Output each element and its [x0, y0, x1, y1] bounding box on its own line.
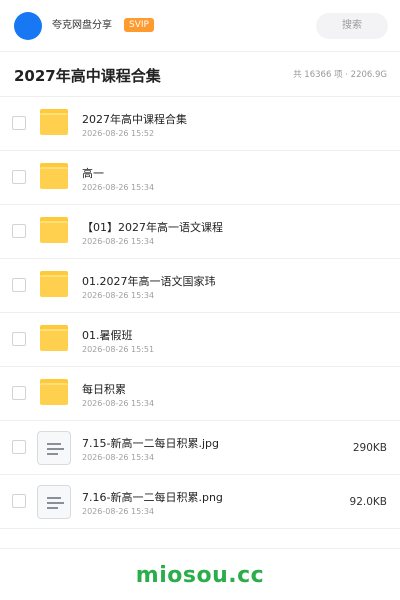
item-name[interactable]: 高一 [82, 166, 104, 181]
item-name[interactable]: 【01】2027年高一语文课程 [82, 220, 223, 235]
list-item[interactable]: 【01】2027年高一语文课程 2026-08-26 15:34 [0, 205, 400, 259]
select-checkbox[interactable] [12, 494, 26, 508]
list-footer [0, 529, 400, 549]
item-name[interactable]: 每日积累 [82, 382, 126, 397]
list-item[interactable]: 01.2027年高一语文国家玮 2026-08-26 15:34 [0, 259, 400, 313]
folder-header: 2027年高中课程合集 共 16366 项 · 2206.9G [0, 53, 400, 97]
search-button[interactable]: 搜索 [316, 13, 388, 39]
list-item[interactable]: 01.暑假班 2026-08-26 15:51 [0, 313, 400, 367]
folder-icon [40, 109, 68, 135]
item-name[interactable]: 2027年高中课程合集 [82, 112, 187, 127]
svip-badge: SVIP [124, 18, 154, 32]
list-item[interactable]: 7.15-新高一二每日积累.jpg 2026-08-26 15:34 290KB [0, 421, 400, 475]
list-item[interactable]: 2027年高中课程合集 2026-08-26 15:52 [0, 97, 400, 151]
select-checkbox[interactable] [12, 386, 26, 400]
file-list: 2027年高中课程合集 2026-08-26 15:52 高一 2026-08-… [0, 97, 400, 529]
item-name[interactable]: 7.15-新高一二每日积累.jpg [82, 436, 219, 451]
item-date: 2026-08-26 15:51 [82, 345, 155, 354]
item-date: 2026-08-26 15:34 [82, 237, 155, 246]
item-date: 2026-08-26 15:34 [82, 399, 155, 408]
page-title: 2027年高中课程合集 [14, 67, 161, 85]
item-size: 92.0KB [349, 496, 387, 508]
folder-icon [40, 163, 68, 189]
document-icon [37, 431, 71, 465]
select-checkbox[interactable] [12, 440, 26, 454]
item-size: 290KB [352, 442, 387, 454]
select-checkbox[interactable] [12, 332, 26, 346]
brand-name: 夸克网盘分享 [52, 20, 112, 31]
folder-icon [40, 217, 68, 243]
select-checkbox[interactable] [12, 224, 26, 238]
folder-icon [40, 271, 68, 297]
item-name[interactable]: 01.2027年高一语文国家玮 [82, 274, 216, 289]
item-count-size: 共 16366 项 · 2206.9G [293, 70, 387, 80]
item-date: 2026-08-26 15:34 [82, 507, 155, 516]
select-checkbox[interactable] [12, 278, 26, 292]
select-checkbox[interactable] [12, 170, 26, 184]
item-name[interactable]: 01.暑假班 [82, 328, 133, 343]
folder-icon [40, 325, 68, 351]
avatar[interactable] [14, 12, 42, 40]
item-date: 2026-08-26 15:52 [82, 129, 155, 138]
item-date: 2026-08-26 15:34 [82, 453, 155, 462]
list-item[interactable]: 7.16-新高一二每日积累.png 2026-08-26 15:34 92.0K… [0, 475, 400, 529]
item-date: 2026-08-26 15:34 [82, 183, 155, 192]
list-item[interactable]: 每日积累 2026-08-26 15:34 [0, 367, 400, 421]
folder-icon [40, 379, 68, 405]
item-name[interactable]: 7.16-新高一二每日积累.png [82, 490, 223, 505]
document-icon [37, 485, 71, 519]
select-checkbox[interactable] [12, 116, 26, 130]
list-item[interactable]: 高一 2026-08-26 15:34 [0, 151, 400, 205]
top-bar: 夸克网盘分享 SVIP 搜索 [0, 0, 400, 52]
item-date: 2026-08-26 15:34 [82, 291, 155, 300]
watermark: miosou.cc [135, 563, 265, 588]
